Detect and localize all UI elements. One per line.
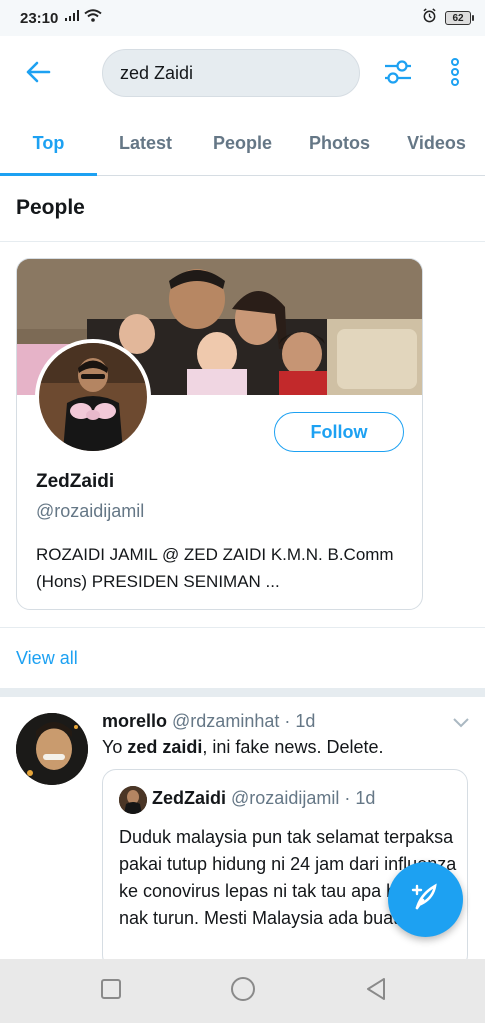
user-handle: @rozaidijamil [36,501,145,521]
tweet-text: Yo zed zaidi, ini fake news. Delete. [102,737,383,758]
tweet-text-suffix: , ini fake news. Delete. [202,737,384,757]
alarm-icon [422,8,437,28]
user-bio: ROZAIDI JAMIL @ ZED ZAIDI K.M.N. B.Comm … [36,545,394,591]
active-tab-indicator [0,173,97,176]
more-vertical-icon [449,57,461,92]
tab-videos[interactable]: Videos [388,112,485,175]
battery-icon: 62 [445,11,474,25]
quote-header: ZedZaidi @rozaidijamil · 1d [152,788,375,809]
quote-separator: · [344,788,351,808]
tweet-author-handle: @rdzaminhat [172,711,280,731]
tab-people[interactable]: People [194,112,291,175]
chevron-down-icon [452,715,470,732]
more-options-button[interactable] [440,56,470,92]
quote-avatar [119,786,147,814]
compose-feather-icon [409,880,443,919]
tweet-timestamp: 1d [295,711,316,731]
tweet-header: morello @rdzaminhat · 1d [102,711,315,732]
user-name: ZedZaidi [36,471,115,492]
nav-recent-button[interactable] [97,977,125,1005]
nav-home-button[interactable] [229,976,257,1007]
status-bar: 23:10 62 [0,0,485,36]
tab-photos[interactable]: Photos [291,112,388,175]
tweet-text-prefix: Yo [102,737,128,757]
search-box[interactable] [102,49,360,97]
triangle-back-icon [365,977,387,1006]
search-input[interactable] [120,62,340,84]
tweet-text-highlight: zed zaidi [127,737,203,757]
tab-top[interactable]: Top [0,112,97,175]
tweet-avatar[interactable] [16,713,88,785]
tweet-author-name[interactable]: morello [102,711,167,731]
search-tabs: Top Latest People Photos Videos [0,112,485,176]
tab-latest[interactable]: Latest [97,112,194,175]
user-card[interactable]: Follow ZedZaidi @rozaidijamil ROZAIDI JA… [16,258,423,610]
quote-timestamp: 1d [355,788,376,808]
divider [0,241,485,242]
quote-author-handle: @rozaidijamil [231,788,340,808]
signal-icon [64,9,80,27]
sliders-icon [383,59,413,90]
compose-tweet-button[interactable] [388,862,463,937]
app-bar [0,36,485,112]
section-separator [0,688,485,697]
filter-button[interactable] [381,58,415,90]
wifi-icon [84,9,103,27]
people-section-title: People [16,196,85,219]
status-indicators [64,9,103,27]
nav-back-button[interactable] [362,977,390,1005]
quote-author-name: ZedZaidi [152,788,227,808]
view-all-link[interactable]: View all [16,648,78,669]
divider [0,627,485,628]
tweet-separator: · [284,711,291,731]
circle-icon [230,976,256,1007]
follow-button[interactable]: Follow [274,412,404,452]
square-icon [100,978,122,1005]
arrow-left-icon [25,61,51,88]
system-nav-bar [0,959,485,1023]
back-button[interactable] [22,58,54,90]
status-time: 23:10 [20,9,59,27]
user-avatar[interactable] [35,339,151,455]
tweet-menu-button[interactable] [452,715,470,729]
status-right: 62 [422,8,474,28]
